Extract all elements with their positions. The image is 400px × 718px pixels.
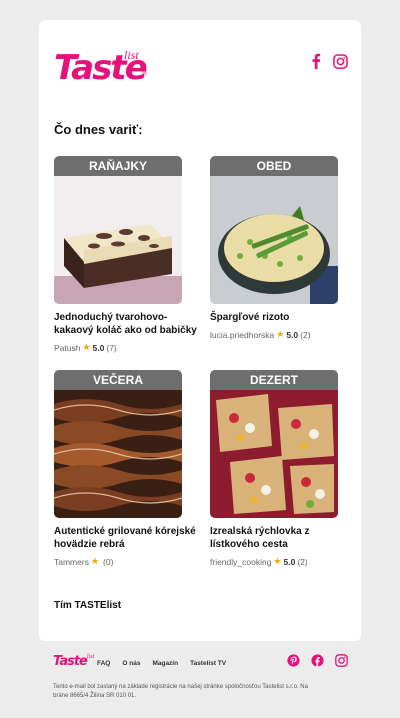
- recipe-rating: 5.0: [92, 342, 105, 353]
- footer: Tastelist FAQ O nás Magazín Tastelist TV: [53, 654, 349, 670]
- footer-link-tastelist-tv[interactable]: Tastelist TV: [190, 660, 226, 667]
- recipe-photo[interactable]: [54, 176, 182, 304]
- section-heading: Čo dnes variť:: [54, 122, 143, 137]
- recipe-category: RAŇAJKY: [54, 156, 182, 176]
- facebook-icon[interactable]: [307, 52, 325, 70]
- footer-link-faq[interactable]: FAQ: [97, 660, 110, 667]
- recipe-review-count: (2): [297, 556, 308, 567]
- footer-disclaimer: Tento e-mail bol zaslaný na základe regi…: [53, 684, 308, 699]
- footer-logo-sub: list: [86, 654, 95, 660]
- footer-logo[interactable]: Tastelist: [53, 654, 94, 669]
- recipe-title[interactable]: Izrealská rýchlovka z lístkového cesta: [210, 525, 358, 551]
- star-icon: ★: [82, 342, 91, 352]
- logo-sub: list: [124, 48, 139, 62]
- star-icon: ★: [273, 556, 282, 566]
- recipe-author[interactable]: Tammers: [54, 557, 89, 567]
- facebook-icon[interactable]: [310, 653, 324, 667]
- footer-logo-wordmark: Taste: [53, 654, 88, 669]
- instagram-icon[interactable]: [331, 52, 349, 70]
- recipe-title[interactable]: Jednoduchý tvarohovo-kakaový koláč ako o…: [54, 311, 202, 337]
- recipe-meta: lucia.priedhorska ★ 5.0 (2): [210, 329, 338, 340]
- footer-links: FAQ O nás Magazín Tastelist TV: [97, 660, 226, 667]
- newsletter-card: Taste list ® Čo dnes variť: RAŇAJKY Jedn…: [39, 20, 361, 641]
- recipe-photo[interactable]: [54, 390, 182, 518]
- recipe-card-obed[interactable]: OBED Špargľové rizoto lucia.priedhorska …: [210, 156, 338, 340]
- star-icon: ★: [276, 329, 285, 339]
- recipe-category: OBED: [210, 156, 338, 176]
- tastelist-logo[interactable]: Taste list ®: [54, 48, 149, 88]
- recipe-author[interactable]: lucia.priedhorska: [210, 330, 274, 340]
- recipe-card-ranajky[interactable]: RAŇAJKY Jednoduchý tvarohovo-kakaový kol…: [54, 156, 197, 353]
- footer-link-magazin[interactable]: Magazín: [152, 660, 178, 667]
- recipe-meta: Tammers ★ (0): [54, 556, 182, 567]
- logo-registered: ®: [142, 70, 148, 77]
- recipe-card-vecera[interactable]: VEČERA Autentické grilované kórejské hov…: [54, 370, 196, 567]
- recipe-photo[interactable]: [210, 390, 338, 518]
- recipe-review-count: (2): [300, 329, 311, 340]
- recipe-rating: 5.0: [286, 329, 299, 340]
- pinterest-icon[interactable]: [286, 653, 300, 667]
- recipe-meta: friendly_cooking ★ 5.0 (2): [210, 556, 338, 567]
- recipe-title[interactable]: Autentické grilované kórejské hovädzie r…: [54, 525, 202, 551]
- recipe-review-count: (0): [103, 556, 114, 567]
- recipe-photo[interactable]: [210, 176, 338, 304]
- signoff: Tím TASTElist: [54, 600, 122, 611]
- star-icon: ★: [90, 556, 100, 566]
- recipe-author[interactable]: friendly_cooking: [210, 557, 271, 567]
- recipe-card-dezert[interactable]: DEZERT Izrealská rýchlovka z lístkového …: [210, 370, 338, 567]
- recipe-category: VEČERA: [54, 370, 182, 390]
- recipe-category: DEZERT: [210, 370, 338, 390]
- recipe-author[interactable]: Patush: [54, 343, 80, 353]
- recipe-review-count: (7): [106, 342, 117, 353]
- recipe-meta: Patush ★ 5.0 (7): [54, 342, 182, 353]
- footer-link-o-nas[interactable]: O nás: [122, 660, 140, 667]
- recipe-rating: 5.0: [283, 556, 296, 567]
- recipe-title[interactable]: Špargľové rizoto: [210, 311, 358, 324]
- instagram-icon[interactable]: [334, 653, 348, 667]
